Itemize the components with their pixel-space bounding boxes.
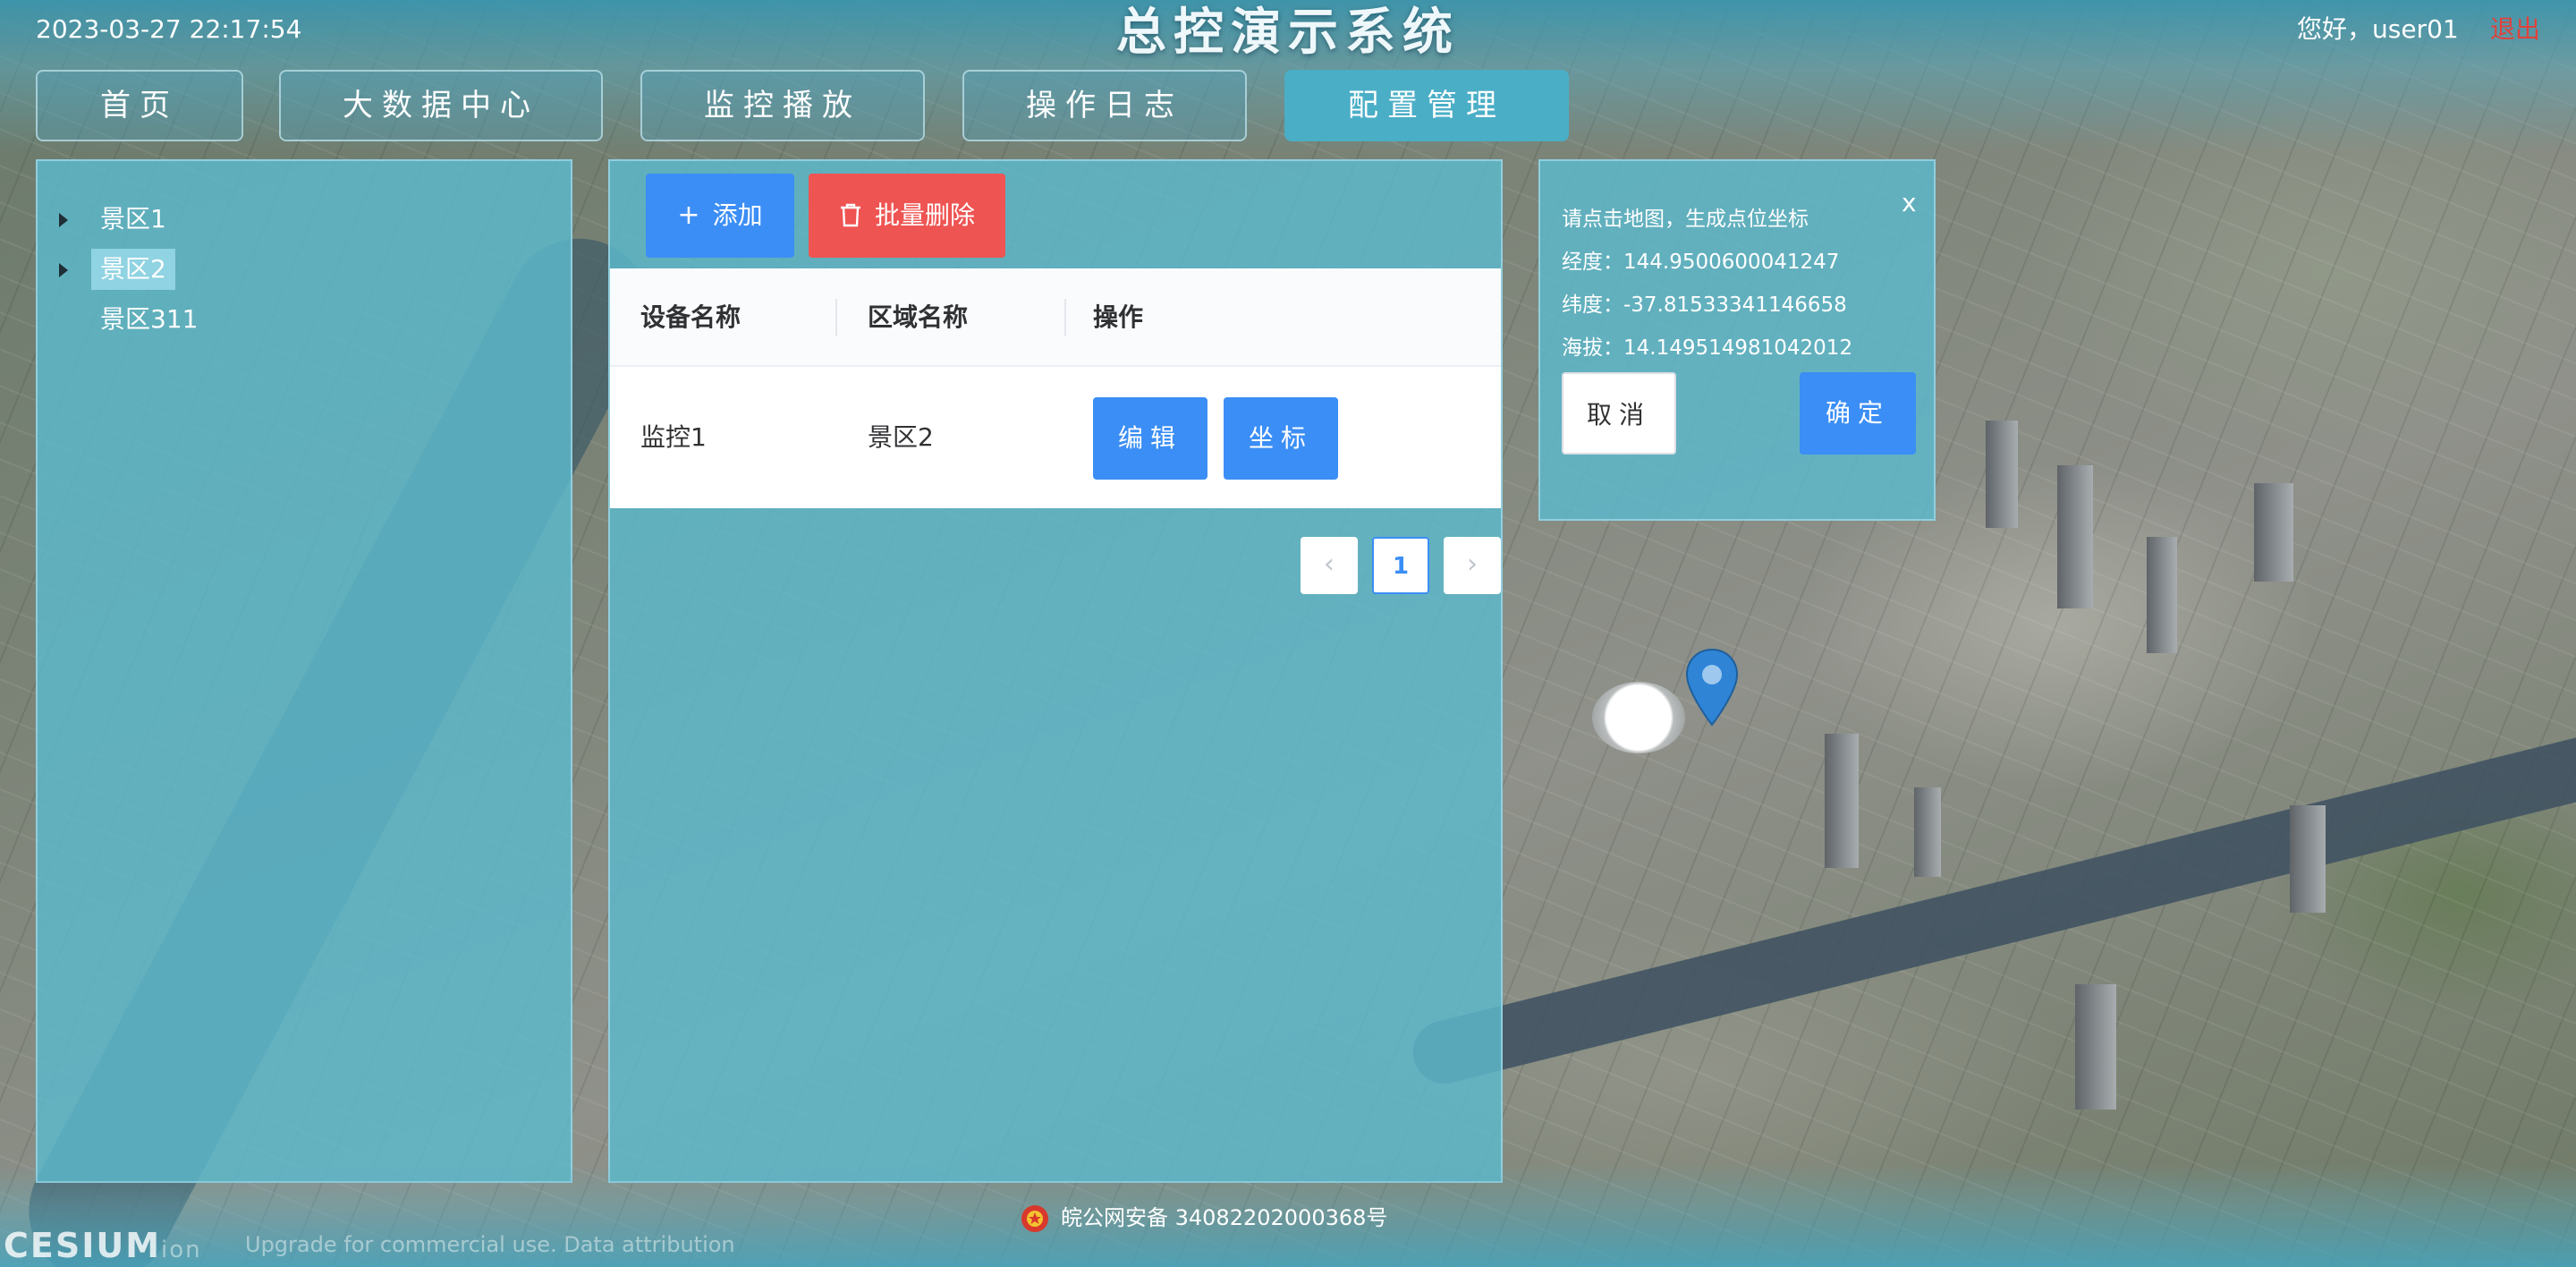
map-stadium [1592, 682, 1685, 753]
map-building [2254, 483, 2293, 582]
map-building [2290, 805, 2326, 913]
tree-node-area-2[interactable]: 景区2 [59, 249, 175, 290]
area-tree-panel: 景区1 景区2 景区311 [36, 159, 572, 1183]
map-building [2147, 537, 2177, 653]
cell-area-name: 景区2 [868, 422, 934, 452]
nav-config-management[interactable]: 配置管理 [1284, 70, 1569, 141]
nav-home[interactable]: 首页 [36, 70, 243, 141]
expand-caret-icon[interactable] [59, 263, 68, 277]
expand-caret-icon[interactable] [59, 213, 68, 227]
column-divider [1064, 299, 1066, 336]
chevron-left-icon: ‹ [1324, 548, 1335, 580]
coordinate-button[interactable]: 坐标 [1224, 397, 1338, 480]
tree-node-area-311[interactable]: 景区311 [91, 299, 207, 340]
plus-icon: + [677, 200, 700, 231]
table-row[interactable]: 监控1 景区2 编辑 坐标 [610, 367, 1501, 508]
tree-node-area-1[interactable]: 景区1 [59, 199, 175, 240]
pagination-prev-button[interactable]: ‹ [1301, 537, 1358, 594]
latitude-value: 纬度：-37.81533341146658 [1562, 293, 1847, 317]
tree-node-label: 景区311 [100, 304, 199, 334]
map-building [1825, 734, 1859, 868]
longitude-value: 经度：144.9500600041247 [1562, 251, 1840, 274]
cesium-ion-text: ion [161, 1237, 202, 1263]
user-greeting: 您好，user01 [2297, 14, 2459, 44]
edit-button[interactable]: 编辑 [1093, 397, 1208, 480]
add-button[interactable]: + 添加 [646, 174, 794, 258]
column-divider [835, 299, 837, 336]
police-badge-icon [1020, 1203, 1050, 1234]
map-building [1986, 421, 2018, 528]
page-title: 总控演示系统 [1116, 4, 1460, 62]
coordinate-prompt: 请点击地图，生成点位坐标 [1562, 208, 1809, 231]
cesium-logo[interactable]: CESIUMion [4, 1228, 202, 1267]
column-header-area-name[interactable]: 区域名称 [868, 268, 968, 367]
cesium-credit-text[interactable]: Upgrade for commercial use. Data attribu… [245, 1231, 735, 1258]
chevron-right-icon: › [1467, 548, 1478, 580]
column-header-actions: 操作 [1093, 302, 1144, 332]
map-building [2075, 984, 2116, 1110]
logout-link[interactable]: 退出 [2490, 14, 2540, 45]
map-building [2057, 465, 2093, 608]
nav-monitor-playback[interactable]: 监控播放 [640, 70, 925, 141]
map-building [1914, 787, 1941, 877]
column-header-device-name[interactable]: 设备名称 [640, 268, 741, 367]
icp-record[interactable]: 皖公网安备 34082202000368号 [1020, 1197, 1387, 1238]
batch-delete-button-label: 批量删除 [874, 200, 975, 230]
confirm-button[interactable]: 确定 [1800, 372, 1916, 455]
nav-big-data-center[interactable]: 大数据中心 [279, 70, 603, 141]
coordinate-dialog: x 请点击地图，生成点位坐标 经度：144.9500600041247 纬度：-… [1538, 159, 1936, 521]
device-table: 设备名称 区域名称 操作 监控1 景区2 编辑 坐标 [610, 268, 1501, 508]
pagination-page-1[interactable]: 1 [1372, 537, 1429, 594]
batch-delete-button[interactable]: 批量删除 [809, 174, 1005, 258]
map-pin-icon[interactable] [1685, 648, 1739, 727]
cesium-logo-text: CESIUM [4, 1226, 162, 1265]
altitude-value: 海拔：14.149514981042012 [1562, 336, 1853, 360]
table-header: 设备名称 区域名称 操作 [610, 268, 1501, 367]
cell-device-name: 监控1 [640, 422, 707, 452]
device-table-panel: + 添加 批量删除 设备名称 区域名称 操作 监控1 景区2 编辑 坐标 ‹ 1 … [608, 159, 1503, 1183]
add-button-label: 添加 [712, 200, 763, 230]
icp-record-text: 皖公网安备 34082202000368号 [1061, 1205, 1388, 1230]
close-icon[interactable]: x [1902, 188, 1917, 217]
cancel-button[interactable]: 取消 [1562, 372, 1676, 455]
pagination-next-button[interactable]: › [1444, 537, 1501, 594]
tree-node-label: 景区2 [91, 249, 175, 290]
nav-operation-log[interactable]: 操作日志 [962, 70, 1247, 141]
tree-node-label: 景区1 [100, 204, 166, 234]
top-bar: 2023-03-27 22:17:54 总控演示系统 您好，user01 退出 … [0, 0, 2576, 152]
trash-icon [839, 174, 862, 258]
